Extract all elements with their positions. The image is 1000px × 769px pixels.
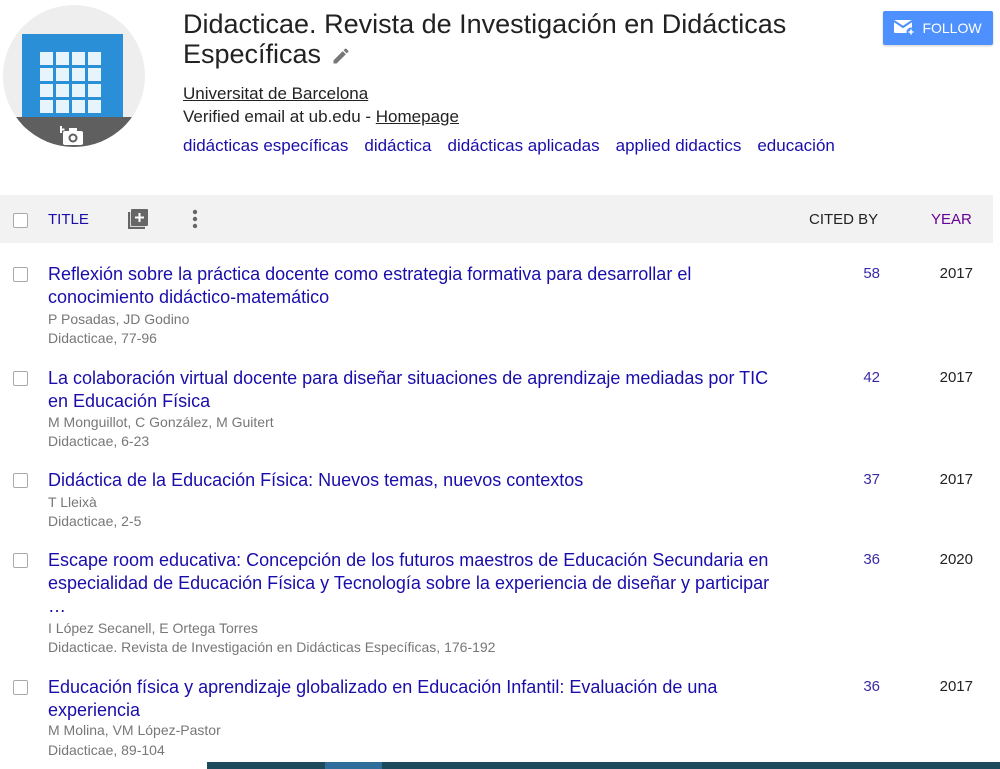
cited-by-sort-header[interactable]: CITED BY xyxy=(809,211,878,228)
article-venue: Didacticae, 6-23 xyxy=(48,433,150,449)
journal-logo-image xyxy=(22,34,123,129)
interest-link[interactable]: didácticas específicas xyxy=(183,136,348,155)
article-year: 2020 xyxy=(939,551,973,568)
article-authors: M Molina, VM López-Pastor xyxy=(48,722,221,738)
article-venue: Didacticae, 77-96 xyxy=(48,330,157,346)
select-all-checkbox[interactable] xyxy=(13,213,28,228)
logo-grid xyxy=(40,52,101,113)
interest-link[interactable]: didácticas aplicadas xyxy=(447,136,599,155)
title-sort-header[interactable]: TITLE xyxy=(48,211,89,228)
article-year: 2017 xyxy=(939,369,973,386)
interest-link[interactable]: didáctica xyxy=(364,136,431,155)
article-title-link[interactable]: Didáctica de la Educación Física: Nuevos… xyxy=(48,469,778,492)
interest-link[interactable]: applied didactics xyxy=(616,136,742,155)
row-checkbox[interactable] xyxy=(13,267,28,282)
table-row: Escape room educativa: Concepción de los… xyxy=(0,549,993,661)
article-venue: Didacticae. Revista de Investigación en … xyxy=(48,639,496,655)
interest-link[interactable]: educación xyxy=(757,136,835,155)
verified-email: Verified email at ub.edu - Homepage xyxy=(183,107,459,127)
cited-by-count-link[interactable]: 36 xyxy=(820,551,880,568)
research-interests: didácticas específicas didáctica didáctica… xyxy=(183,136,851,156)
articles-table-header: TITLE CITED BY YEAR xyxy=(0,195,993,243)
year-sort-header[interactable]: YEAR xyxy=(931,211,972,228)
follow-mail-icon xyxy=(894,20,916,37)
follow-label: FOLLOW xyxy=(922,20,982,36)
table-row: Didáctica de la Educación Física: Nuevos… xyxy=(0,469,993,534)
row-checkbox[interactable] xyxy=(13,473,28,488)
cited-by-count-link[interactable]: 36 xyxy=(820,678,880,695)
article-year: 2017 xyxy=(939,678,973,695)
edit-pencil-icon[interactable] xyxy=(331,46,351,66)
profile-name: Didacticae. Revista de Investigación en … xyxy=(183,9,843,69)
profile-name-text: Didacticae. Revista de Investigación en … xyxy=(183,9,787,69)
cited-by-count-link[interactable]: 58 xyxy=(820,265,880,282)
article-year: 2017 xyxy=(939,265,973,282)
affiliation-link[interactable]: Universitat de Barcelona xyxy=(183,84,368,104)
article-title-link[interactable]: Reflexión sobre la práctica docente como… xyxy=(48,263,778,309)
profile-avatar[interactable] xyxy=(3,5,145,157)
email-text: Verified email at ub.edu - xyxy=(183,107,376,126)
more-vert-icon[interactable] xyxy=(190,207,200,231)
article-authors: M Monguillot, C González, M Guitert xyxy=(48,414,274,430)
article-title-link[interactable]: La colaboración virtual docente para dis… xyxy=(48,367,778,413)
table-row: La colaboración virtual docente para dis… xyxy=(0,367,993,457)
article-year: 2017 xyxy=(939,471,973,488)
article-authors: P Posadas, JD Godino xyxy=(48,311,190,327)
homepage-link[interactable]: Homepage xyxy=(376,107,459,126)
table-row: Reflexión sobre la práctica docente como… xyxy=(0,263,993,353)
add-photo-icon[interactable] xyxy=(60,125,86,147)
cited-by-count-link[interactable]: 42 xyxy=(820,369,880,386)
article-title-link[interactable]: Educación física y aprendizaje globaliza… xyxy=(48,676,778,722)
follow-button[interactable]: FOLLOW xyxy=(883,11,993,45)
row-checkbox[interactable] xyxy=(13,553,28,568)
row-checkbox[interactable] xyxy=(13,680,28,695)
article-venue: Didacticae, 2-5 xyxy=(48,513,142,529)
article-authors: T Lleixà xyxy=(48,494,97,510)
article-venue: Didacticae, 89-104 xyxy=(48,742,165,758)
row-checkbox[interactable] xyxy=(13,371,28,386)
cited-by-count-link[interactable]: 37 xyxy=(820,471,880,488)
article-authors: I López Secanell, E Ortega Torres xyxy=(48,620,258,636)
table-row: Educación física y aprendizaje globaliza… xyxy=(0,676,993,762)
add-article-icon[interactable] xyxy=(127,208,149,230)
bottom-scroll-thumb[interactable] xyxy=(325,762,382,769)
article-title-link[interactable]: Escape room educativa: Concepción de los… xyxy=(48,549,778,618)
